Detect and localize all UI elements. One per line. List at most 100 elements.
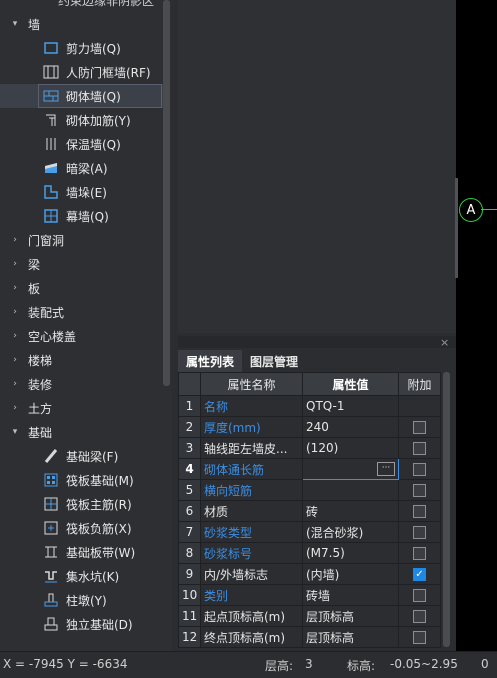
expand-arrow-icon[interactable]: › — [10, 307, 20, 317]
property-name: 砂浆标号 — [200, 542, 303, 564]
expand-arrow-icon[interactable]: › — [10, 259, 20, 269]
property-value[interactable]: 砖墙 — [302, 584, 399, 606]
property-row[interactable]: 6 材质砖 — [178, 500, 441, 522]
tree-category[interactable]: › 梁 — [0, 252, 170, 276]
expand-arrow-icon[interactable]: › — [10, 331, 20, 341]
expand-arrow-icon[interactable]: ▾ — [10, 427, 20, 437]
property-row[interactable]: 4 砌体通长筋 ··· — [178, 458, 441, 480]
property-row[interactable]: 8 砂浆标号 (M7.5) — [178, 542, 441, 564]
tree-item[interactable]: 墙垛(E) — [0, 180, 170, 204]
tree-item[interactable]: 柱墩(Y) — [0, 588, 170, 612]
tree-category[interactable]: › 楼梯 — [0, 348, 170, 372]
tree-item[interactable]: 集水坑(K) — [0, 564, 170, 588]
elevation-label: 标高: — [347, 659, 376, 673]
tree-category-label: 装配式 — [28, 305, 65, 320]
tree-category[interactable]: › 土方 — [0, 396, 170, 420]
attach-checkbox[interactable] — [413, 442, 426, 455]
expand-arrow-icon[interactable]: › — [10, 403, 20, 413]
attach-checkbox[interactable] — [413, 589, 426, 602]
tree-item[interactable]: 幕墙(Q) — [0, 204, 170, 228]
header-extra[interactable]: 附加 — [398, 372, 441, 396]
property-value[interactable]: (混合砂浆) — [302, 521, 399, 543]
tree-category-label: 装修 — [28, 377, 53, 392]
expand-arrow-icon[interactable]: ▾ — [10, 19, 20, 29]
tree-category[interactable]: ▾ 基础 — [0, 420, 170, 444]
property-value[interactable]: (M7.5) — [302, 542, 399, 564]
row-index: 6 — [178, 500, 201, 522]
header-value[interactable]: 属性值 — [302, 372, 399, 396]
property-value[interactable]: 层顶标高 — [302, 605, 399, 627]
attach-checkbox[interactable] — [413, 505, 426, 518]
property-value[interactable]: (120) — [302, 437, 399, 459]
tree-category[interactable]: › 装修 — [0, 372, 170, 396]
property-value[interactable] — [302, 479, 399, 501]
canvas-splitter[interactable] — [455, 178, 458, 278]
tab-properties[interactable]: 属性列表 — [178, 350, 243, 372]
attach-checkbox[interactable] — [413, 526, 426, 539]
shear-wall-icon — [42, 39, 60, 57]
expand-arrow-icon[interactable]: › — [10, 379, 20, 389]
property-value-input[interactable]: ··· — [302, 458, 399, 480]
property-value[interactable]: (内墙) — [302, 563, 399, 585]
tree-category[interactable]: ▾ 墙 — [0, 12, 170, 36]
attach-checkbox[interactable] — [413, 631, 426, 644]
tree-item[interactable]: 保温墙(Q) — [0, 132, 170, 156]
property-row[interactable]: 5 横向短筋 — [178, 479, 441, 501]
tree-item[interactable]: 暗梁(A) — [0, 156, 170, 180]
attach-checkbox[interactable] — [413, 610, 426, 623]
attach-checkbox[interactable] — [413, 421, 426, 434]
property-value[interactable]: 砖 — [302, 500, 399, 522]
expand-arrow-icon[interactable]: › — [10, 283, 20, 293]
property-row[interactable]: 10 类别 砖墙 — [178, 584, 441, 606]
property-row[interactable]: 7 砂浆类型 (混合砂浆) — [178, 521, 441, 543]
property-value[interactable]: QTQ-1 — [302, 395, 399, 417]
attach-cell — [398, 395, 441, 417]
elevation-value: -0.05~2.95 — [390, 657, 458, 671]
row-index: 7 — [178, 521, 201, 543]
tree-item[interactable]: 筏板主筋(R) — [0, 492, 170, 516]
tree-category[interactable]: › 门窗洞 — [0, 228, 170, 252]
attach-cell — [398, 584, 441, 606]
property-value[interactable]: 层顶标高 — [302, 626, 399, 648]
status-extra: 0 — [481, 657, 489, 671]
panel-scrollbar[interactable] — [443, 372, 450, 647]
attach-cell — [398, 626, 441, 648]
attach-checkbox[interactable] — [413, 463, 426, 476]
tree-item[interactable]: 砌体加筋(Y) — [0, 108, 170, 132]
property-value[interactable]: 240 — [302, 416, 399, 438]
property-row[interactable]: 9 内/外墙标志 (内墙) ✓ — [178, 563, 441, 585]
tree-item[interactable]: 独立基础(D) — [0, 612, 170, 636]
tree-item[interactable]: 基础板带(W) — [0, 540, 170, 564]
attach-checkbox[interactable] — [413, 547, 426, 560]
property-row[interactable]: 12 终点顶标高(m) 层顶标高 — [178, 626, 441, 648]
axis-marker[interactable]: A — [459, 198, 483, 222]
tree-scrollbar[interactable] — [163, 0, 170, 386]
tree-category[interactable]: › 装配式 — [0, 300, 170, 324]
property-row[interactable]: 11 起点顶标高(m) 层顶标高 — [178, 605, 441, 627]
property-row[interactable]: 3 轴线距左墙皮... (120) — [178, 437, 441, 459]
tree-item[interactable]: 剪力墙(Q) — [0, 36, 170, 60]
tree-item-partial[interactable]: 约束边缘非阴影区 — [58, 0, 154, 9]
expand-arrow-icon[interactable]: › — [10, 355, 20, 365]
tree-item[interactable]: 筏板基础(M) — [0, 468, 170, 492]
drawing-canvas[interactable] — [178, 0, 456, 333]
close-icon[interactable]: × — [440, 336, 449, 349]
attach-checkbox[interactable]: ✓ — [413, 568, 426, 581]
attach-checkbox[interactable] — [413, 484, 426, 497]
tree-item[interactable]: 人防门框墙(RF) — [0, 60, 170, 84]
header-name[interactable]: 属性名称 — [200, 372, 303, 396]
tree-category[interactable]: › 板 — [0, 276, 170, 300]
coordinate-readout: X = -7945 Y = -6634 — [3, 657, 128, 671]
expand-arrow-icon[interactable]: › — [10, 235, 20, 245]
tree-category[interactable]: › 空心楼盖 — [0, 324, 170, 348]
property-row[interactable]: 1 名称 QTQ-1 — [178, 395, 441, 417]
tree-item[interactable]: 筏板负筋(X) — [0, 516, 170, 540]
more-icon[interactable]: ··· — [377, 462, 395, 476]
tab-layers[interactable]: 图层管理 — [242, 350, 307, 372]
tree-item[interactable]: 基础梁(F) — [0, 444, 170, 468]
property-row[interactable]: 2 厚度(mm) 240 — [178, 416, 441, 438]
attach-cell — [398, 605, 441, 627]
tree-item[interactable]: 砌体墙(Q) — [0, 84, 170, 108]
drawing-canvas-dark[interactable] — [456, 0, 497, 651]
property-table: 属性名称 属性值 附加 1 名称 QTQ-1 2 厚度(mm) 240 3 轴线距左墙皮...… — [178, 372, 441, 648]
